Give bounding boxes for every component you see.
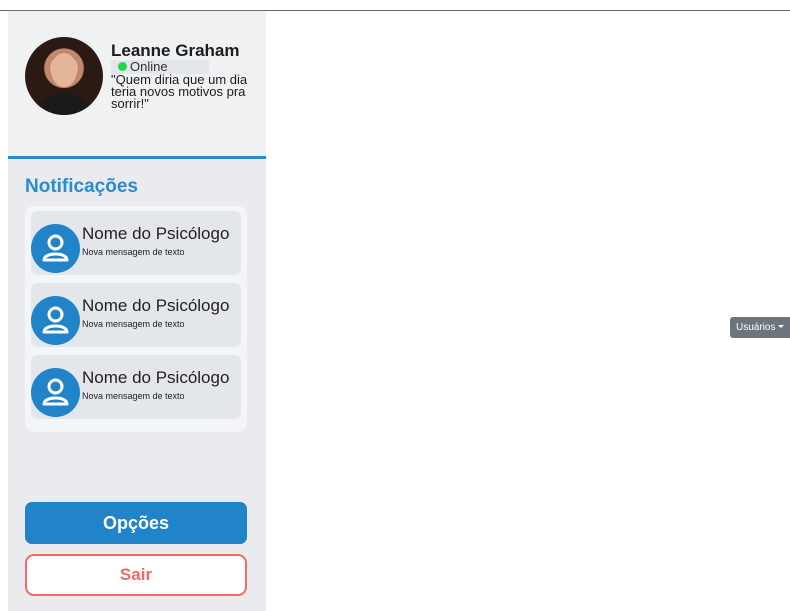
notification-message: Nova mensagem de texto xyxy=(82,247,185,257)
profile-card: Leanne Graham Online "Quem diria que um … xyxy=(8,11,266,159)
users-dropdown-button[interactable]: Usuários xyxy=(730,317,790,338)
notification-item[interactable]: Nome do Psicólogo Nova mensagem de texto xyxy=(31,283,241,347)
notification-item[interactable]: Nome do Psicólogo Nova mensagem de texto xyxy=(31,355,241,419)
online-dot-icon xyxy=(118,62,127,71)
options-button[interactable]: Opções xyxy=(25,502,247,544)
profile-quote: "Quem diria que um dia teria novos motiv… xyxy=(111,72,248,111)
avatar-shoulders xyxy=(37,93,91,115)
user-icon xyxy=(31,296,80,345)
caret-down-icon xyxy=(778,325,785,328)
notifications-title: Notificações xyxy=(25,176,138,197)
user-icon xyxy=(31,224,80,273)
notification-message: Nova mensagem de texto xyxy=(82,391,185,401)
sidebar: Leanne Graham Online "Quem diria que um … xyxy=(8,11,266,611)
exit-button[interactable]: Sair xyxy=(25,554,247,596)
user-icon xyxy=(31,368,80,417)
users-dropdown-label: Usuários xyxy=(736,322,776,333)
profile-name: Leanne Graham xyxy=(111,41,240,60)
notification-message: Nova mensagem de texto xyxy=(82,319,185,329)
notification-item[interactable]: Nome do Psicólogo Nova mensagem de texto xyxy=(31,211,241,275)
avatar-face xyxy=(51,53,77,87)
avatar[interactable] xyxy=(25,37,103,115)
notifications-panel: Nome do Psicólogo Nova mensagem de texto… xyxy=(25,206,247,432)
notification-sender: Nome do Psicólogo xyxy=(82,368,230,387)
notification-sender: Nome do Psicólogo xyxy=(82,224,230,243)
notification-sender: Nome do Psicólogo xyxy=(82,296,230,315)
